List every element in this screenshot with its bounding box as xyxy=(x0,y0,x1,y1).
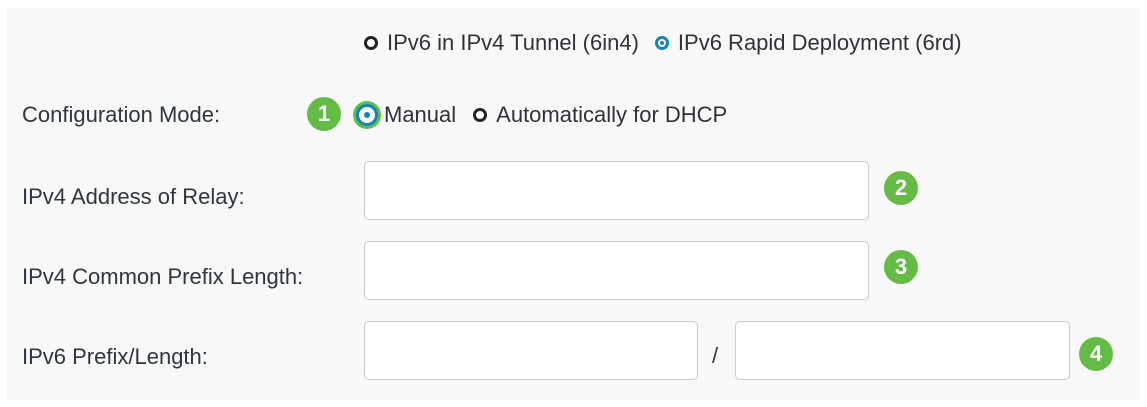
step-badge-2: 2 xyxy=(884,171,918,205)
radio-unselected-icon[interactable] xyxy=(473,108,488,122)
radio-option-manual[interactable]: Manual xyxy=(356,102,456,128)
ipv4-common-prefix-length-input[interactable] xyxy=(364,241,869,300)
configuration-mode-label: Configuration Mode: xyxy=(22,102,221,127)
ipv4-common-prefix-length-label: IPv4 Common Prefix Length: xyxy=(22,264,304,289)
radio-label-6in4: IPv6 in IPv4 Tunnel (6in4) xyxy=(387,30,639,55)
tunnel-type-radio-group: IPv6 in IPv4 Tunnel (6in4) IPv6 Rapid De… xyxy=(364,30,962,56)
ipv4-relay-address-input[interactable] xyxy=(364,161,869,220)
radio-label-automatic-dhcp: Automatically for DHCP xyxy=(496,102,728,127)
radio-option-6in4[interactable]: IPv6 in IPv4 Tunnel (6in4) xyxy=(364,30,639,56)
configuration-mode-radio-group: Manual Automatically for DHCP xyxy=(356,102,727,128)
step-badge-4: 4 xyxy=(1079,337,1113,371)
radio-option-automatic-dhcp[interactable]: Automatically for DHCP xyxy=(473,102,727,128)
radio-label-manual: Manual xyxy=(384,102,457,127)
radio-selected-icon[interactable] xyxy=(654,36,669,50)
step-badge-1: 1 xyxy=(307,97,341,131)
radio-unselected-icon[interactable] xyxy=(364,36,378,50)
radio-label-6rd: IPv6 Rapid Deployment (6rd) xyxy=(677,30,962,55)
radio-selected-icon[interactable] xyxy=(356,104,378,126)
ipv6-prefix-length-label: IPv6 Prefix/Length: xyxy=(22,344,208,369)
ipv6-prefix-input[interactable] xyxy=(364,321,698,380)
prefix-length-separator: / xyxy=(712,343,719,368)
step-badge-3: 3 xyxy=(884,250,918,284)
radio-option-6rd[interactable]: IPv6 Rapid Deployment (6rd) xyxy=(654,30,962,56)
ipv4-relay-address-label: IPv4 Address of Relay: xyxy=(22,184,245,209)
ipv6-prefix-length-input[interactable] xyxy=(735,321,1070,380)
ipv6-tunnel-settings-panel: IPv6 in IPv4 Tunnel (6in4) IPv6 Rapid De… xyxy=(7,8,1140,400)
